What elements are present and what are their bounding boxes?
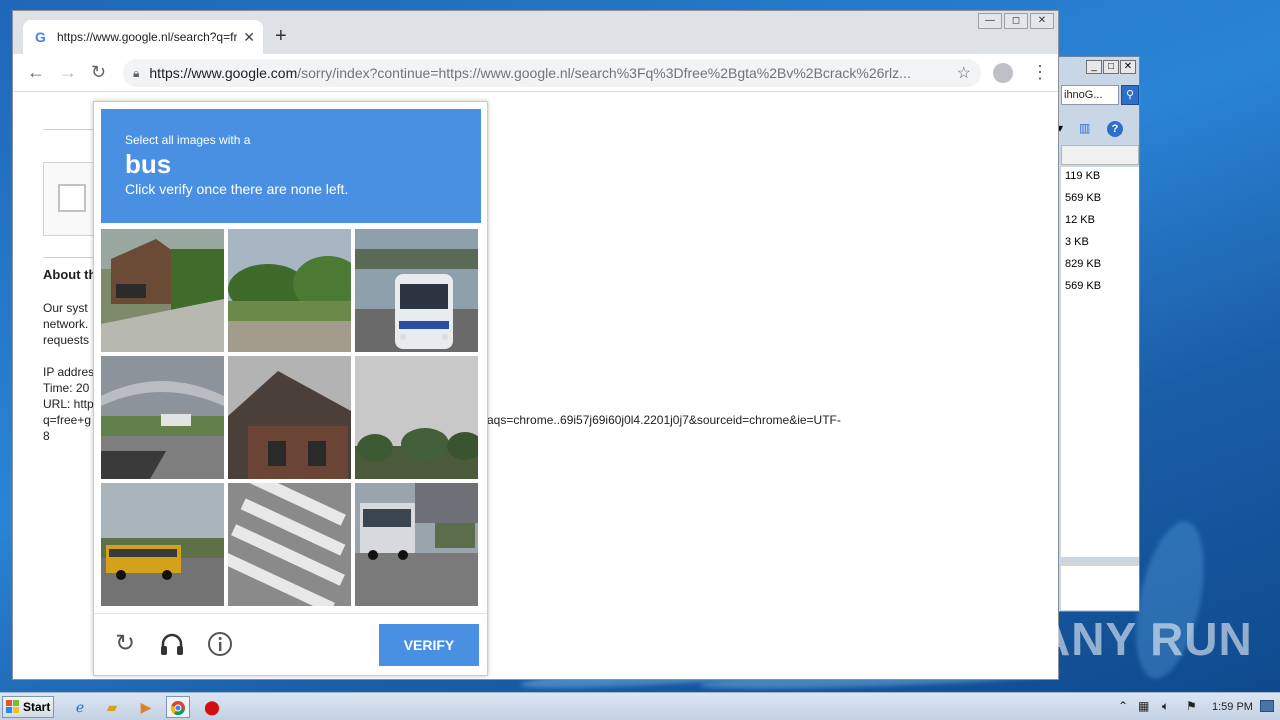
system-tray: ⌃ ▦ 🔈︎ ⚑ 1:59 PM — [1110, 693, 1280, 720]
body-text-line: requests — [43, 333, 90, 347]
tile-trees-lawn[interactable] — [228, 229, 351, 352]
reload-icon[interactable]: ↻ — [111, 630, 139, 658]
challenge-header: Select all images with a bus Click verif… — [101, 109, 481, 223]
bookmark-star-icon[interactable]: ☆ — [957, 63, 971, 83]
menu-kebab-icon[interactable]: ⋮ — [1031, 62, 1049, 83]
volume-icon[interactable]: 🔈︎ — [1162, 699, 1169, 714]
tile-house-yard[interactable] — [101, 229, 224, 352]
windows-flag-icon — [6, 700, 19, 713]
body-text-line: Our syst — [43, 301, 88, 315]
anyrun-watermark: ANY RUN — [1037, 613, 1253, 665]
browser-toolbar: ← → ↻ 🔒︎ https://www.google.com/sorry/in… — [13, 54, 1058, 92]
explorer-window: _ □ ✕ ihnoG... ⚲ ▾ ▥ ? 119 KB 569 KB 12 … — [1052, 56, 1140, 612]
start-label: Start — [23, 700, 51, 714]
url-end-text: 8 — [43, 429, 50, 443]
ip-address-line: IP addres — [43, 365, 95, 379]
chrome-taskbar-icon[interactable] — [166, 696, 190, 718]
lock-icon: 🔒︎ — [133, 65, 140, 80]
info-icon[interactable] — [206, 630, 234, 658]
details-pane — [1061, 562, 1139, 610]
show-desktop-icon[interactable] — [1260, 700, 1274, 712]
divider — [43, 257, 95, 258]
minimize-button[interactable]: — — [978, 13, 1002, 29]
file-size-list: 119 KB 569 KB 12 KB 3 KB 829 KB 569 KB — [1061, 167, 1139, 557]
verify-button[interactable]: VERIFY — [379, 624, 479, 666]
list-item[interactable]: 829 KB — [1061, 255, 1139, 277]
divider — [43, 129, 95, 130]
list-item[interactable]: 569 KB — [1061, 277, 1139, 299]
list-item[interactable]: 3 KB — [1061, 233, 1139, 255]
recaptcha-checkbox[interactable] — [58, 184, 86, 212]
instruction-suffix: Click verify once there are none left. — [125, 181, 349, 197]
help-icon[interactable]: ? — [1107, 121, 1123, 137]
new-tab-button[interactable]: + — [275, 25, 287, 48]
url-line: URL: http — [43, 397, 94, 411]
start-button[interactable]: Start — [2, 696, 54, 718]
tray-expand-icon[interactable]: ⌃ — [1118, 699, 1128, 713]
forward-arrow-icon[interactable]: → — [59, 62, 77, 83]
challenge-footer: ↻ VERIFY — [94, 613, 487, 675]
back-arrow-icon[interactable]: ← — [27, 62, 45, 83]
body-text-line: network. — [43, 317, 89, 331]
tile-bus-front[interactable] — [355, 229, 478, 352]
tile-roof[interactable] — [228, 356, 351, 479]
close-window-button[interactable]: ✕ — [1030, 13, 1054, 29]
instruction-prefix: Select all images with a — [125, 133, 251, 147]
tile-trees-sky[interactable] — [355, 356, 478, 479]
media-player-icon[interactable]: ▶ — [134, 696, 158, 718]
preview-pane-icon[interactable]: ▥ — [1079, 121, 1090, 135]
tile-bus-street[interactable] — [355, 483, 478, 606]
folder-icon[interactable]: ▰ — [100, 696, 124, 718]
flag-icon[interactable]: ⚑ — [1186, 699, 1197, 713]
search-icon[interactable]: ⚲ — [1121, 85, 1139, 105]
challenge-target: bus — [125, 149, 172, 179]
url-text: https://www.google.com/sorry/index?conti… — [149, 65, 911, 81]
list-item[interactable]: 119 KB — [1061, 167, 1139, 189]
explorer-close-button[interactable]: ✕ — [1120, 60, 1136, 74]
internet-explorer-icon[interactable]: ℯ — [68, 696, 92, 718]
explorer-search-input[interactable]: ihnoG... — [1061, 85, 1119, 105]
tile-overpass[interactable] — [101, 356, 224, 479]
maximize-button[interactable]: ◻ — [1004, 13, 1028, 29]
time-line: Time: 20 — [43, 381, 90, 395]
recaptcha-challenge: Select all images with a bus Click verif… — [93, 101, 488, 676]
network-icon[interactable]: ▦ — [1138, 699, 1149, 713]
google-favicon-icon: G — [35, 29, 46, 45]
taskbar: Start ℯ ▰ ▶ ⬤ ⌃ ▦ 🔈︎ ⚑ 1:59 PM — [0, 692, 1280, 720]
address-bar[interactable]: 🔒︎ https://www.google.com/sorry/index?co… — [123, 59, 981, 87]
reload-icon[interactable]: ↻ — [91, 62, 106, 83]
account-avatar-icon[interactable] — [993, 63, 1013, 83]
tile-crosswalk[interactable] — [228, 483, 351, 606]
url-tail-text: aqs=chrome..69i57j69i60j0l4.2201j0j7&sou… — [487, 413, 841, 427]
list-item[interactable]: 569 KB — [1061, 189, 1139, 211]
image-grid — [101, 229, 481, 606]
tab-title: https://www.google.nl/search?q=fre — [57, 30, 238, 44]
browser-tab[interactable]: G https://www.google.nl/search?q=fre ✕ — [23, 20, 263, 54]
explorer-maximize-button[interactable]: □ — [1103, 60, 1119, 74]
tile-school-bus[interactable] — [101, 483, 224, 606]
close-tab-icon[interactable]: ✕ — [243, 29, 255, 46]
url-continuation-line: q=free+g — [43, 413, 92, 427]
list-item[interactable]: 12 KB — [1061, 211, 1139, 233]
explorer-minimize-button[interactable]: _ — [1086, 60, 1102, 74]
about-heading: About th — [43, 267, 97, 282]
column-header[interactable] — [1061, 145, 1139, 165]
headphones-icon[interactable] — [158, 630, 186, 658]
clock: 1:59 PM — [1212, 701, 1253, 713]
security-app-icon[interactable]: ⬤ — [200, 696, 224, 718]
